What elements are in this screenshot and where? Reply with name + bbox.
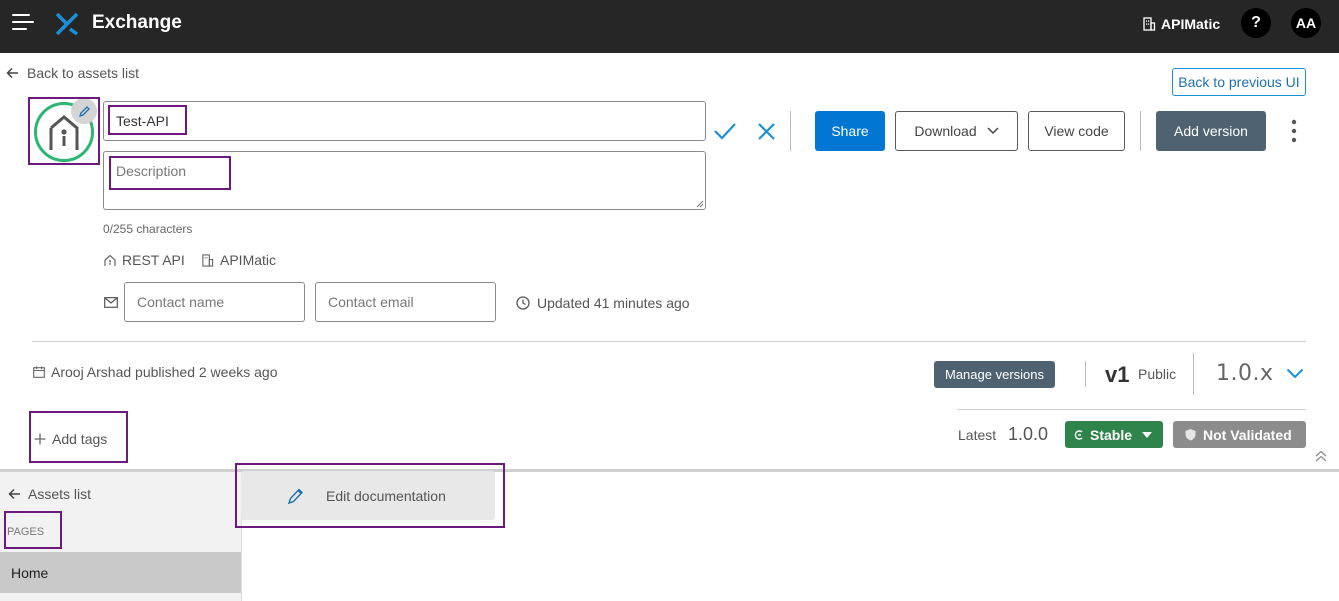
section-divider — [32, 341, 1306, 342]
page-item-label: Home — [11, 564, 49, 581]
latest-value: 1.0.0 — [1008, 424, 1049, 444]
app-title: Exchange — [92, 12, 182, 33]
top-bar: Exchange APIMatic ? AA — [0, 0, 1339, 53]
highlight-description — [109, 156, 231, 190]
avatar[interactable]: AA — [1291, 8, 1321, 38]
collapse-icon[interactable] — [1315, 450, 1327, 462]
version-divider — [957, 409, 1306, 410]
back-to-assets-link[interactable]: Back to assets list — [6, 65, 139, 81]
asset-org: APIMatic — [201, 252, 276, 268]
close-icon[interactable] — [757, 122, 776, 141]
more-options-icon[interactable] — [1290, 119, 1298, 143]
view-code-button[interactable]: View code — [1028, 111, 1125, 151]
published-info: Arooj Arshad published 2 weeks ago — [33, 364, 277, 380]
arrow-left-icon — [6, 67, 18, 79]
building-icon — [1143, 17, 1156, 31]
chevron-down-icon — [987, 127, 999, 135]
caret-down-icon — [1142, 431, 1153, 438]
org-name: APIMatic — [1161, 16, 1221, 32]
updated-label: Updated 41 minutes ago — [537, 295, 690, 311]
divider — [1085, 361, 1086, 387]
menu-icon[interactable] — [12, 14, 34, 32]
not-validated-label: Not Validated — [1203, 426, 1292, 443]
stable-label: Stable — [1090, 426, 1133, 443]
back-to-assets-label: Back to assets list — [27, 65, 140, 81]
divider — [790, 111, 791, 151]
contact-email-placeholder: Contact email — [328, 294, 414, 310]
rest-api-icon — [104, 254, 116, 266]
version-major: v1 — [1105, 362, 1130, 387]
arrow-left-icon — [8, 488, 20, 500]
exchange-logo-icon — [55, 12, 79, 36]
not-validated-badge: Not Validated — [1173, 421, 1306, 448]
highlight-add-tags — [29, 411, 128, 463]
stable-dropdown[interactable]: Stable — [1065, 421, 1163, 448]
manage-versions-button[interactable]: Manage versions — [934, 361, 1055, 388]
highlight-name — [108, 105, 187, 135]
updated-info: Updated 41 minutes ago — [516, 295, 690, 311]
version-visibility: Public — [1138, 366, 1177, 382]
add-version-button[interactable]: Add version — [1156, 111, 1266, 151]
shield-icon — [1185, 429, 1196, 441]
stable-icon — [1074, 429, 1083, 440]
building-icon — [202, 253, 214, 267]
page-item-home[interactable]: Home — [0, 552, 241, 593]
clock-icon — [516, 296, 530, 310]
highlight-pages — [4, 511, 62, 549]
download-label: Download — [914, 123, 977, 139]
chevron-down-icon — [1286, 368, 1303, 379]
resize-handle-icon[interactable] — [696, 200, 704, 208]
contact-name-placeholder: Contact name — [137, 294, 225, 310]
contact-email-input[interactable]: Contact email — [315, 282, 496, 322]
help-button[interactable]: ? — [1241, 8, 1271, 38]
share-button[interactable]: Share — [815, 111, 885, 151]
envelope-icon — [104, 297, 118, 308]
highlight-edit-documentation — [235, 463, 505, 528]
divider — [1193, 353, 1194, 395]
char-count: 0/255 characters — [103, 222, 193, 236]
download-button[interactable]: Download — [895, 111, 1018, 151]
latest-label: Latest — [958, 427, 997, 443]
asset-name-input[interactable]: Test-API — [103, 101, 706, 141]
highlight-asset-icon — [28, 97, 100, 165]
assets-list-link[interactable]: Assets list — [8, 486, 91, 502]
back-to-previous-ui-button[interactable]: Back to previous UI — [1172, 68, 1306, 96]
check-icon[interactable] — [713, 121, 737, 141]
divider — [1140, 111, 1141, 151]
contact-name-input[interactable]: Contact name — [124, 282, 305, 322]
version-selected: 1.0.x — [1216, 361, 1274, 386]
org-switcher[interactable]: APIMatic — [1142, 16, 1220, 32]
published-label: Arooj Arshad published 2 weeks ago — [51, 364, 278, 380]
assets-list-label: Assets list — [28, 486, 92, 502]
calendar-icon — [33, 366, 45, 378]
asset-type-label: REST API — [122, 252, 185, 268]
asset-org-label: APIMatic — [220, 252, 277, 268]
asset-type: REST API — [104, 252, 185, 268]
version-select[interactable]: 1.0.x — [1216, 361, 1304, 386]
